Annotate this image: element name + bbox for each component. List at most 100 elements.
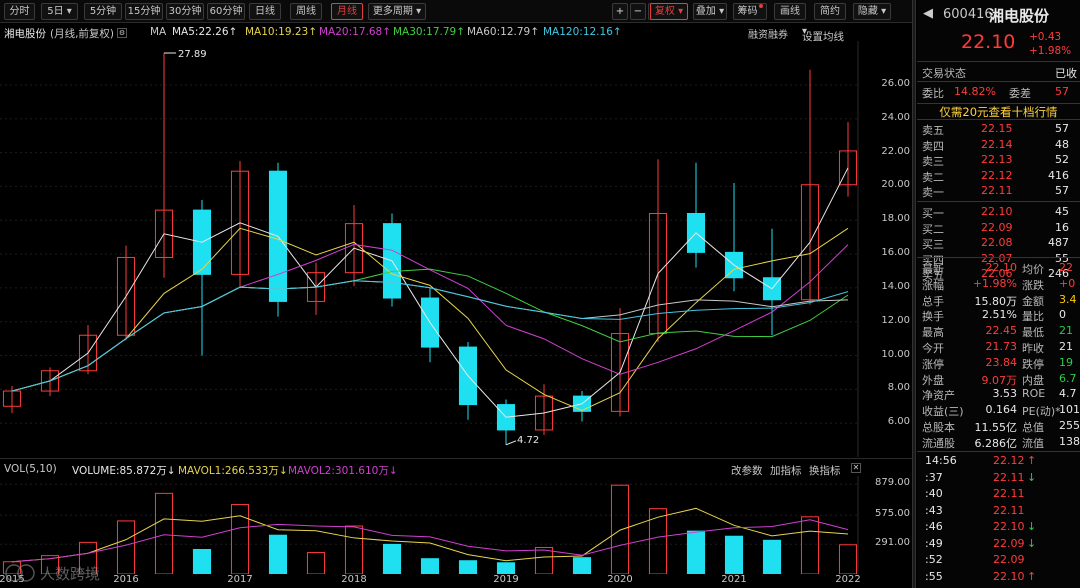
tab-30min[interactable]: 30分钟 — [166, 3, 204, 20]
bid-level-row[interactable]: 买一 22.10 45 — [917, 204, 1080, 220]
stock-chart-app: 分时 5日 ▾ 5分钟 15分钟 30分钟 60分钟 日线 周线 月线 更多周期… — [0, 0, 1080, 588]
ma20-value: MA20:17.68↑ — [319, 26, 391, 38]
overlay-dropdown[interactable]: 叠加 ▾ — [693, 3, 727, 20]
stat-value: 21.73 — [985, 340, 1018, 353]
low-marker — [505, 440, 517, 446]
hide-button[interactable]: 隐藏 ▾ — [853, 3, 891, 20]
tick-price: 22.11 — [993, 503, 1025, 517]
volume-tick-label: 575.00 — [875, 508, 910, 520]
tick-price: 22.10 — [993, 569, 1025, 583]
candlestick-chart[interactable]: 27.89 4.72 — [0, 41, 912, 457]
tab-5min[interactable]: 5分钟 — [84, 3, 122, 20]
more-periods-dropdown[interactable]: 更多周期 ▾ — [368, 3, 426, 20]
margin-trading-button[interactable]: 融资融券 — [748, 26, 788, 41]
tab-60min[interactable]: 60分钟 — [207, 3, 245, 20]
zoom-out-button[interactable]: − — [630, 3, 646, 20]
price-tick-label: 22.00 — [881, 145, 910, 157]
stat-value: 6.7 — [1059, 371, 1077, 385]
stock-header: ◀ 600416 湘电股份 22.10 +0.43 +1.98% — [917, 0, 1080, 62]
pct-change: +1.98% — [1029, 45, 1072, 57]
volume-bar — [800, 516, 820, 574]
level2-promo-banner[interactable]: 仅需20元查看十档行情 — [917, 103, 1080, 120]
tab-monthly[interactable]: 月线 — [331, 3, 363, 20]
tick-time: 14:56 — [925, 454, 957, 467]
tab-intraday[interactable]: 分时 — [4, 3, 35, 20]
stat-row: 最新 22.10 均价 22 — [917, 260, 1080, 276]
level-label: 卖一 — [922, 186, 944, 199]
overlay-label: 叠加 — [695, 6, 716, 17]
stat-label: 昨收 — [1022, 342, 1044, 355]
ask-level-row[interactable]: 卖四 22.14 48 — [917, 137, 1080, 153]
stat-label: ROE — [1022, 387, 1046, 401]
more-periods-label: 更多周期 — [372, 6, 413, 17]
settings-gear-icon[interactable]: ⚙ — [117, 28, 127, 38]
stock-code: 600416 — [943, 7, 993, 22]
volume-bar — [458, 560, 478, 574]
volume-bar — [686, 530, 706, 574]
draw-line-button[interactable]: 画线 — [774, 3, 806, 20]
stat-label: 今开 — [922, 342, 944, 355]
stat-label: 均价 — [1022, 263, 1044, 276]
close-icon[interactable]: ✕ — [851, 463, 861, 473]
tab-5day[interactable]: 5日 ▾ — [41, 3, 78, 20]
panel-divider[interactable] — [912, 0, 916, 588]
stat-label: 总手 — [922, 294, 944, 308]
tab-weekly[interactable]: 周线 — [290, 3, 322, 20]
price-chart-panel[interactable]: 27.89 4.72 26.00 24.00 22.00 20.00 18.00 16.00… — [0, 41, 912, 457]
back-arrow-icon[interactable]: ◀ — [923, 6, 933, 21]
stat-value: 4.7 — [1059, 387, 1077, 401]
stat-label: 金额 — [1022, 294, 1044, 308]
simple-mode-button[interactable]: 简约 — [814, 3, 846, 20]
tick-arrow-icon: ↑ — [1027, 454, 1037, 467]
tab-daily[interactable]: 日线 — [249, 3, 281, 20]
tick-arrow-icon: ↑ — [1027, 569, 1037, 583]
tick-price: 22.09 — [993, 536, 1025, 550]
adjust-rights-dropdown[interactable]: 复权 ▾ — [650, 3, 688, 20]
level-volume: 52 — [1055, 153, 1069, 166]
zoom-in-button[interactable]: + — [612, 3, 628, 20]
chart-stock-name: 湘电股份 — [4, 28, 46, 40]
ask-level-row[interactable]: 卖一 22.11 57 — [917, 183, 1080, 199]
trade-status-row: 交易状态 已收 — [917, 64, 1080, 80]
stat-value: 22 — [1059, 261, 1073, 274]
ask-level-row[interactable]: 卖三 22.13 52 — [917, 152, 1080, 168]
bid-level-row[interactable]: 买二 22.09 16 — [917, 220, 1080, 236]
set-ma-dropdown[interactable]: 设置均线 ▾ — [802, 26, 844, 43]
level-price: 22.15 — [981, 122, 1013, 135]
ask-level-row[interactable]: 卖五 22.15 57 — [917, 121, 1080, 137]
tick-price: 22.10 — [993, 520, 1025, 533]
tick-time: :40 — [925, 487, 943, 500]
ask-level-row[interactable]: 卖二 22.12 416 — [917, 168, 1080, 184]
stat-value: 21 — [1059, 340, 1073, 353]
stat-row: 最高 22.45 最低 21 — [917, 323, 1080, 339]
volume-ma-line — [11, 507, 849, 563]
notification-dot-icon — [758, 4, 763, 8]
year-label: 2019 — [493, 574, 519, 585]
stat-value: 19 — [1059, 355, 1073, 369]
stat-value: 9.07万 — [981, 373, 1018, 387]
stat-label: 涨跌 — [1022, 278, 1044, 292]
tab-15min[interactable]: 15分钟 — [125, 3, 163, 20]
bid-level-row[interactable]: 买三 22.08 487 — [917, 235, 1080, 251]
stat-value: 22.10 — [985, 261, 1018, 274]
tick-price: 22.09 — [993, 553, 1025, 566]
volume-bar — [344, 525, 364, 574]
level-price: 22.14 — [981, 137, 1013, 151]
level-volume: 57 — [1055, 122, 1069, 135]
tick-price: 22.11 — [993, 470, 1025, 484]
chip-button[interactable]: 筹码 — [733, 3, 767, 20]
price-tick-label: 14.00 — [881, 280, 910, 292]
level-volume: 57 — [1055, 184, 1069, 197]
volume-tick-label: 291.00 — [875, 537, 910, 549]
tick-row: :49 22.09 ↓ — [917, 536, 1080, 552]
stat-label: 涨停 — [922, 357, 944, 371]
stat-label: 最高 — [922, 326, 944, 340]
volume-bar — [382, 543, 402, 574]
ma120-value: MA120:12.16↑ — [543, 26, 622, 38]
level-volume: 16 — [1055, 220, 1069, 234]
tick-row: :46 22.10 ↓ — [917, 519, 1080, 535]
level-price: 22.11 — [981, 184, 1013, 197]
price-tick-label: 24.00 — [881, 111, 910, 123]
tick-row: 14:56 22.12 ↑ — [917, 453, 1080, 469]
watermark-text: 人数跨境 — [40, 565, 100, 583]
